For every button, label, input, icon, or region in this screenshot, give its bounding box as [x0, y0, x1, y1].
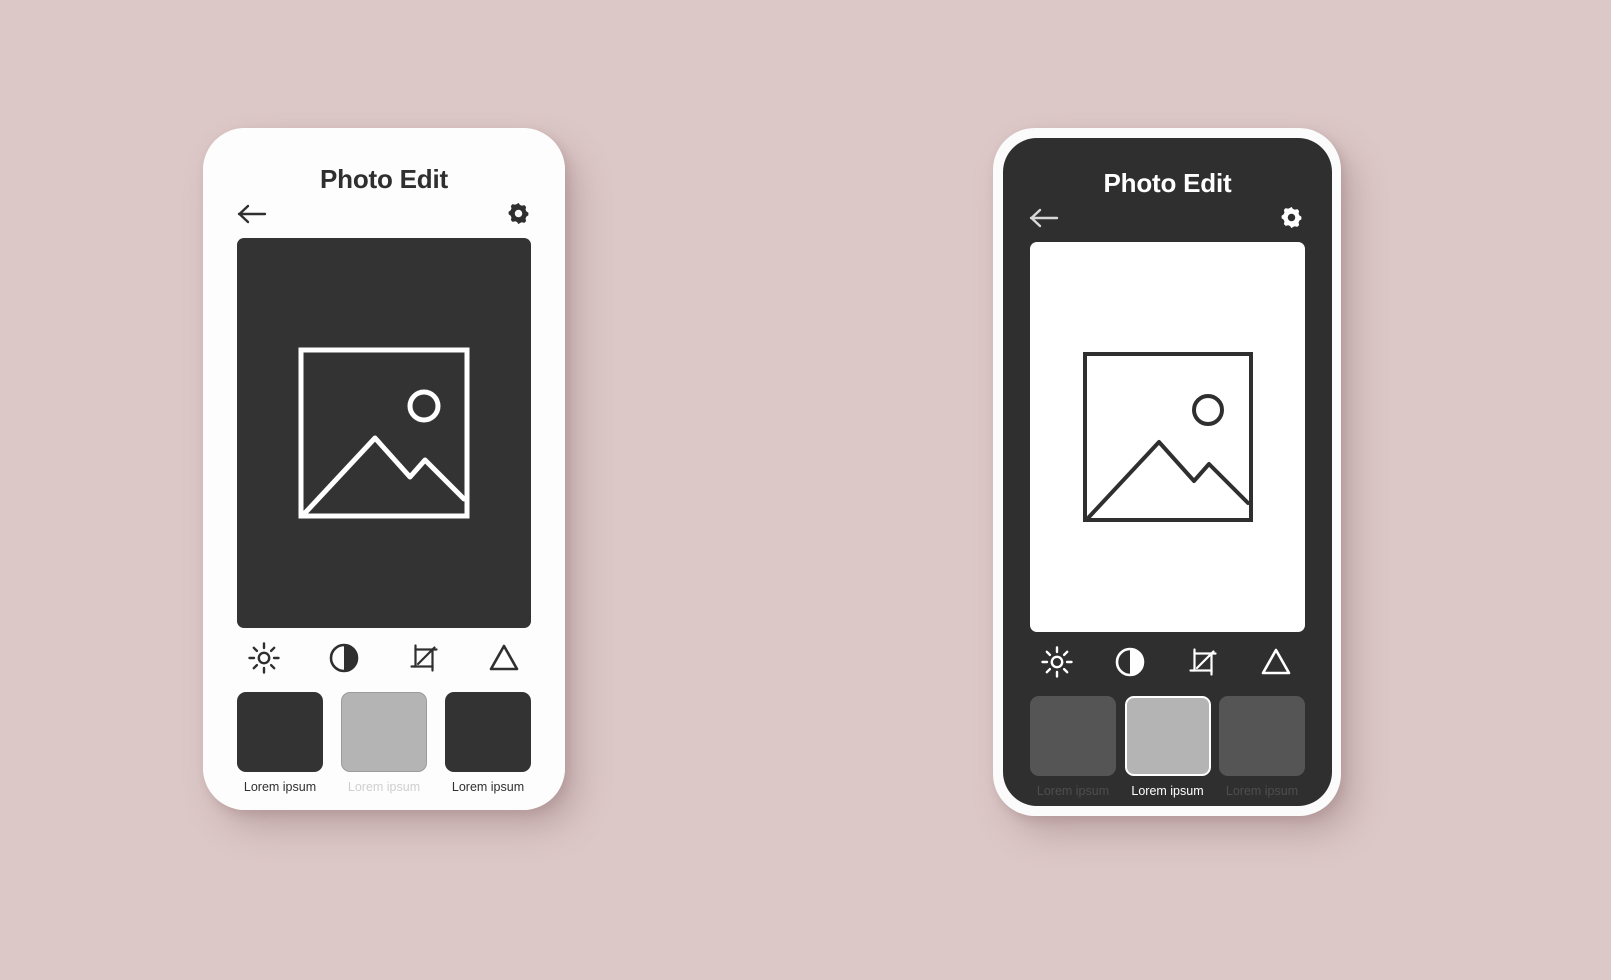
navbar-light [203, 195, 565, 226]
thumbnail-label: Lorem ipsum [1036, 784, 1110, 798]
thumbnail-item[interactable]: Lorem ipsum [445, 692, 531, 794]
toolbar-light [203, 628, 565, 674]
page-title-light: Photo Edit [320, 164, 448, 194]
thumbnail-swatch[interactable] [1124, 696, 1211, 776]
phone-mockup-dark: Photo Edit Lorem ipsum Lorem ipsum Lorem… [993, 128, 1341, 816]
canvas-stage: Photo Edit Lorem ipsum Lorem ipsum Lorem… [0, 0, 1611, 980]
arrow-left-icon[interactable] [1029, 207, 1059, 229]
toolbar-dark [1003, 632, 1332, 678]
thumbnail-swatch[interactable] [1219, 696, 1305, 776]
thumbnail-label: Lorem ipsum [243, 780, 317, 794]
sun-brightness-icon[interactable] [1041, 646, 1073, 678]
thumbnail-item[interactable]: Lorem ipsum [237, 692, 323, 794]
thumbnail-swatch[interactable] [445, 692, 531, 772]
thumbnail-row-dark: Lorem ipsum Lorem ipsum Lorem ipsum [1003, 678, 1332, 798]
navbar-dark [1003, 199, 1332, 230]
thumbnail-label: Lorem ipsum [1225, 784, 1299, 798]
phone-mockup-light: Photo Edit Lorem ipsum Lorem ipsum Lorem… [203, 128, 565, 810]
gear-icon[interactable] [506, 201, 531, 226]
thumbnail-row-light: Lorem ipsum Lorem ipsum Lorem ipsum [203, 674, 565, 794]
screen-light: Photo Edit Lorem ipsum Lorem ipsum Lorem… [203, 128, 565, 810]
thumbnail-item[interactable]: Lorem ipsum [1030, 696, 1116, 798]
photo-canvas-dark[interactable] [1030, 242, 1305, 632]
thumbnail-item[interactable]: Lorem ipsum [1219, 696, 1305, 798]
image-placeholder-icon [298, 347, 470, 519]
screen-dark: Photo Edit Lorem ipsum Lorem ipsum Lorem… [1003, 138, 1332, 806]
sun-brightness-icon[interactable] [248, 642, 280, 674]
thumbnail-label: Lorem ipsum [347, 780, 421, 794]
photo-canvas-light[interactable] [237, 238, 531, 628]
page-title-dark: Photo Edit [1103, 168, 1232, 198]
triangle-filter-icon[interactable] [488, 643, 520, 673]
thumbnail-label: Lorem ipsum [451, 780, 525, 794]
crop-icon[interactable] [1188, 647, 1218, 677]
thumbnail-item[interactable]: Lorem ipsum [341, 692, 427, 794]
arrow-left-icon[interactable] [237, 203, 267, 225]
contrast-half-circle-icon[interactable] [1115, 647, 1145, 677]
crop-icon[interactable] [409, 643, 439, 673]
thumbnail-swatch[interactable] [237, 692, 323, 772]
triangle-filter-icon[interactable] [1260, 647, 1292, 677]
thumbnail-label: Lorem ipsum [1131, 784, 1204, 798]
contrast-half-circle-icon[interactable] [329, 643, 359, 673]
thumbnail-swatch[interactable] [1030, 696, 1116, 776]
thumbnail-swatch[interactable] [341, 692, 427, 772]
image-placeholder-icon [1082, 352, 1253, 522]
gear-icon[interactable] [1279, 205, 1304, 230]
thumbnail-item[interactable]: Lorem ipsum [1124, 696, 1211, 798]
